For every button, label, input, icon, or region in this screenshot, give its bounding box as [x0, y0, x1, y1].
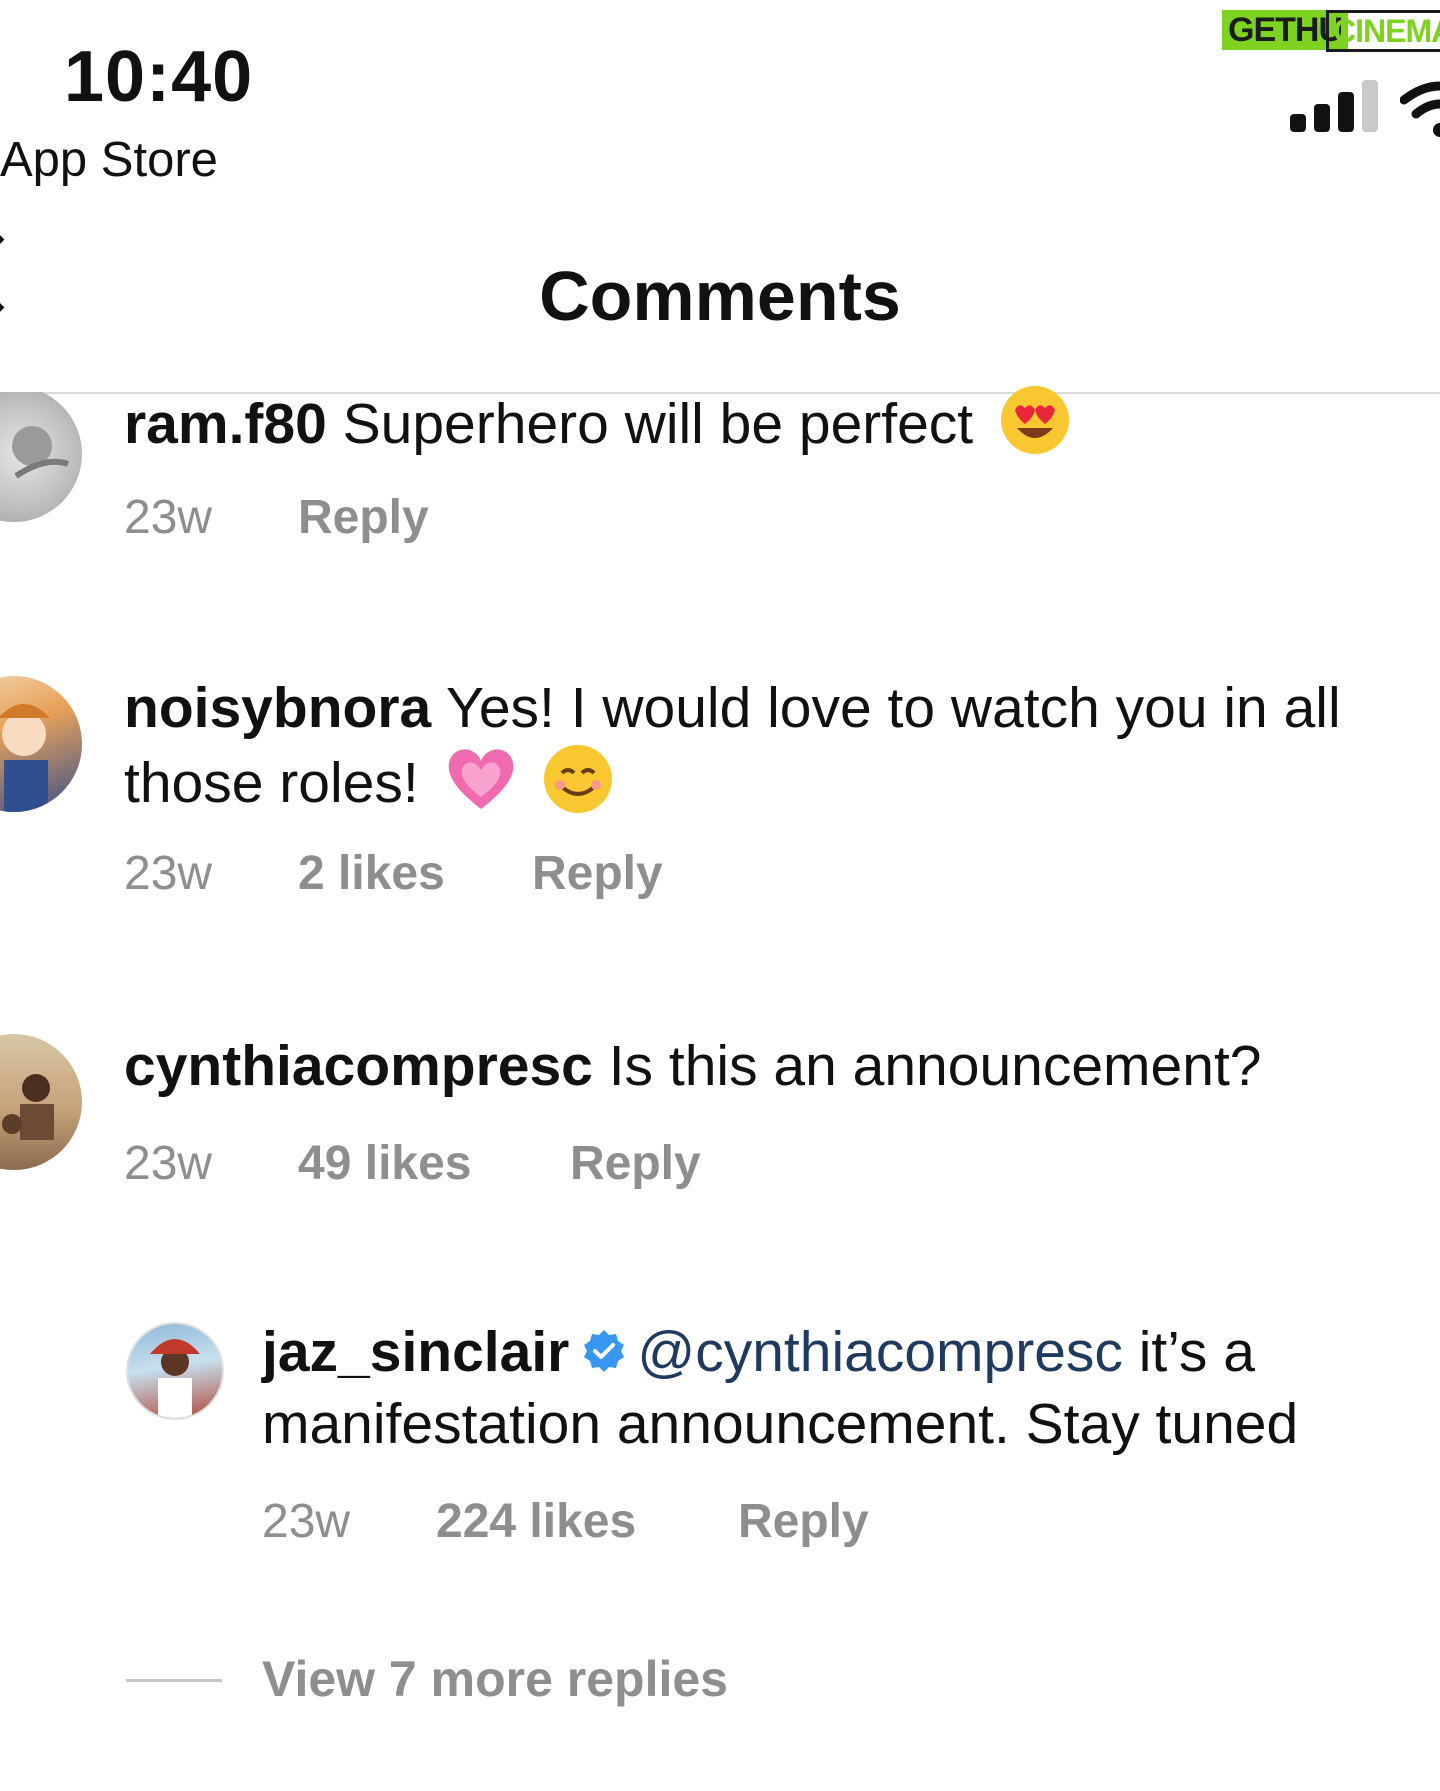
reply-button[interactable]: Reply	[298, 490, 429, 545]
comment-body-line1: Yes! I would love to watch you in all	[446, 676, 1341, 740]
avatar-jaz-sinclair[interactable]	[126, 1322, 224, 1420]
growing-heart-emoji-icon	[445, 743, 517, 831]
comment-username[interactable]: noisybnora	[124, 676, 431, 740]
view-more-replies-line	[126, 1679, 222, 1682]
reply-jaz-sinclair: jaz_sinclair @cynthiacompresc it’s a man…	[262, 1318, 1298, 1459]
comment-body: Superhero will be perfect	[342, 392, 974, 457]
reply-likes[interactable]: 224 likes	[436, 1494, 636, 1549]
reply-age: 23w	[262, 1495, 351, 1548]
comment-username[interactable]: ram.f80	[124, 392, 327, 456]
comment-likes[interactable]: 49 likes	[298, 1136, 471, 1191]
comments-screen: 10:40 App Store GETHU CINEMA Comments ra…	[0, 0, 1440, 1791]
comment-username[interactable]: cynthiacompresc	[124, 1034, 593, 1098]
comment-age: 23w	[124, 1137, 213, 1190]
comment-likes[interactable]: 2 likes	[298, 846, 445, 901]
heart-eyes-emoji-icon	[999, 384, 1071, 472]
page-title: Comments	[539, 257, 901, 335]
avatar-noisybnora[interactable]	[0, 676, 82, 812]
reply-username[interactable]: jaz_sinclair	[262, 1320, 569, 1384]
comment-noisybnora: noisybnora Yes! I would love to watch yo…	[124, 674, 1341, 831]
view-more-replies-button[interactable]: View 7 more replies	[262, 1650, 728, 1708]
comment-body-line2: those roles!	[124, 751, 419, 816]
reply-button[interactable]: Reply	[570, 1136, 701, 1191]
reply-body-line1: it’s a	[1138, 1320, 1255, 1384]
reply-button[interactable]: Reply	[738, 1494, 869, 1549]
comment-cynthiacompresc: cynthiacompresc Is this an announcement?	[124, 1032, 1261, 1101]
watermark-right: CINEMA	[1326, 10, 1440, 52]
reply-button[interactable]: Reply	[532, 846, 663, 901]
avatar-cynthiacompresc[interactable]	[0, 1034, 82, 1170]
cellular-signal-icon	[1290, 80, 1380, 132]
back-to-app-store-link[interactable]: App Store	[0, 132, 218, 188]
status-time: 10:40	[64, 37, 254, 117]
wifi-icon	[1400, 78, 1440, 138]
comment-age: 23w	[124, 491, 213, 544]
mention-link[interactable]: @cynthiacompresc	[637, 1320, 1123, 1384]
comment-age: 23w	[124, 847, 213, 900]
comment-body: Is this an announcement?	[608, 1034, 1262, 1098]
comment-ram-f80: ram.f80 Superhero will be perfect	[124, 384, 1071, 472]
gethu-cinema-watermark: GETHU CINEMA	[1222, 6, 1440, 56]
reply-body-line2: manifestation announcement. Stay tuned	[262, 1392, 1299, 1457]
avatar-ram-f80[interactable]	[0, 392, 82, 522]
smiling-face-emoji-icon	[542, 743, 614, 831]
verified-badge-icon	[581, 1321, 627, 1390]
